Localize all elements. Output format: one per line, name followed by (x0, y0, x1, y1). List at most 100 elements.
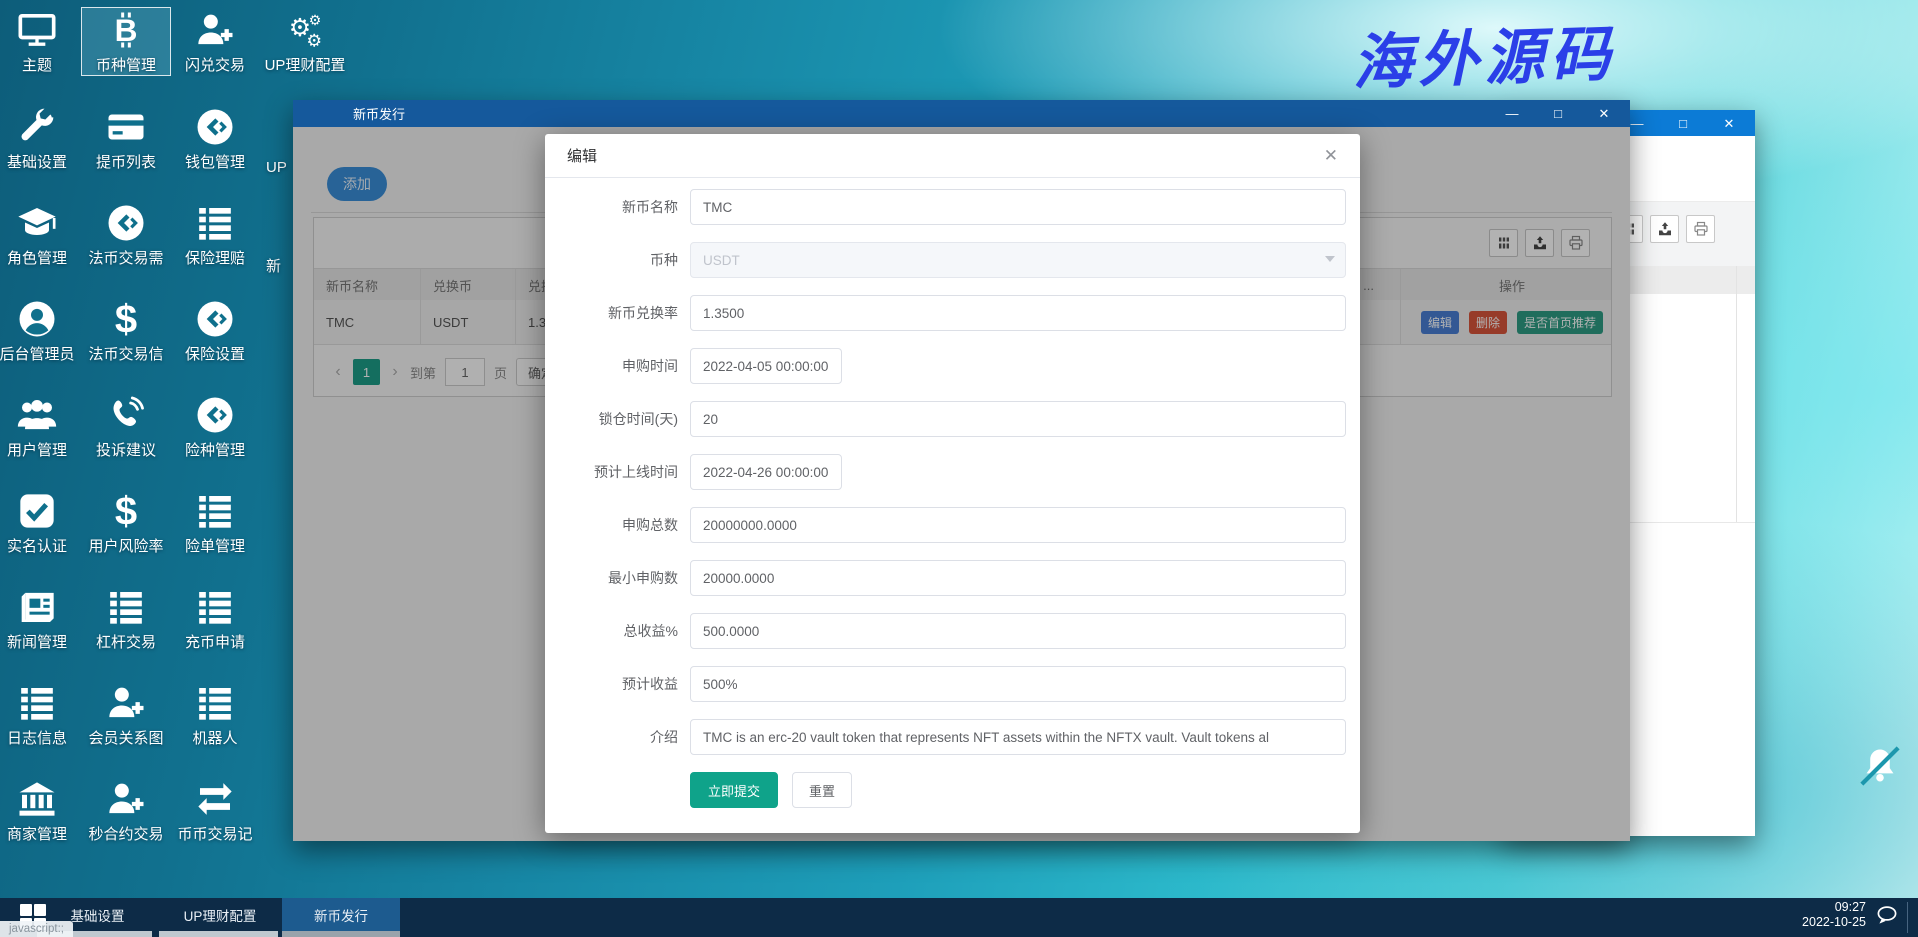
desktop-icon-25[interactable]: 会员关系图 (82, 681, 170, 748)
close-icon[interactable]: ✕ (1324, 146, 1360, 166)
desktop: 海外源码 主题B币种管理闪兑交易⚙⚙⚙UP理财配置基础设置提币列表钱包管理UP角… (0, 0, 1918, 937)
close-button[interactable]: ✕ (1721, 110, 1737, 137)
desktop-icon-1[interactable]: B币种管理 (82, 8, 170, 75)
desktop-icon-15[interactable]: 用户管理 (0, 393, 81, 460)
desktop-icon-13[interactable]: $法币交易信 (82, 297, 170, 364)
window-title: 新币发行 (293, 104, 405, 123)
desktop-icon-3[interactable]: ⚙⚙⚙UP理财配置 (261, 8, 349, 75)
graduation-cap-icon (0, 201, 81, 245)
form-row: 锁仓时间(天) (545, 401, 1345, 437)
desktop-icon-label: 用户风险率 (82, 535, 170, 556)
desktop-icon-29[interactable]: 币币交易记 (171, 777, 259, 844)
desktop-icon-5[interactable]: 提币列表 (82, 105, 170, 172)
desktop-icon-0[interactable]: 主题 (0, 8, 81, 75)
submit-button[interactable]: 立即提交 (690, 772, 778, 808)
check-square-icon (0, 489, 81, 533)
svg-text:⚙: ⚙ (306, 31, 322, 50)
svg-text:B: B (115, 12, 138, 48)
desktop-icon-8[interactable]: 角色管理 (0, 201, 81, 268)
desktop-icon-label: UP理财配置 (261, 54, 349, 75)
maximize-button[interactable]: □ (1675, 110, 1691, 137)
desktop-icon-label: 币币交易记 (171, 823, 259, 844)
desktop-icon-label: 机器人 (171, 727, 259, 748)
maximize-button[interactable]: □ (1550, 100, 1566, 127)
desktop-icon-10[interactable]: 保险理赔 (171, 201, 259, 268)
reset-button[interactable]: 重置 (792, 772, 852, 808)
desktop-icon-24[interactable]: 日志信息 (0, 681, 81, 748)
bank-card-icon (82, 105, 170, 149)
field-input[interactable] (690, 454, 842, 490)
desktop-icon-6[interactable]: 钱包管理 (171, 105, 259, 172)
field-label: 总收益% (545, 621, 678, 641)
desktop-icon-19[interactable]: $ 用户风险率 (82, 489, 170, 556)
taskbar-strip (282, 931, 400, 937)
desktop-icon-label: 实名认证 (0, 535, 81, 556)
currency-select[interactable] (690, 242, 1346, 278)
desktop-icon-label: 后台管理员 (0, 343, 81, 364)
form-row: 币种 (545, 242, 1345, 278)
chat-icon[interactable] (1874, 904, 1900, 933)
currency-select-value (690, 242, 1346, 278)
dialog-title: 编辑 (545, 145, 597, 166)
minimize-button[interactable]: — (1629, 110, 1645, 137)
desktop-icon-23[interactable]: 充币申请 (171, 585, 259, 652)
list-icon (171, 489, 259, 533)
field-input[interactable] (690, 295, 1346, 331)
field-input[interactable] (690, 560, 1346, 596)
field-label: 新币名称 (545, 197, 678, 217)
field-input[interactable] (690, 507, 1346, 543)
desktop-icon-9[interactable]: 法币交易需 (82, 201, 170, 268)
desktop-icon-label: 基础设置 (0, 151, 81, 172)
desktop-icon-12[interactable]: 后台管理员 (0, 297, 81, 364)
taskbar-clock[interactable]: 09:27 2022-10-25 (1802, 900, 1866, 930)
desktop-icon-26[interactable]: 机器人 (171, 681, 259, 748)
field-input[interactable] (690, 348, 842, 384)
edit-dialog: 编辑 ✕ 新币名称币种新币兑换率申购时间锁仓时间(天)预计上线时间申购总数最小申… (545, 134, 1360, 833)
minimize-button[interactable]: — (1504, 100, 1520, 127)
desktop-icon-28[interactable]: 秒合约交易 (82, 777, 170, 844)
field-input[interactable] (690, 719, 1346, 755)
clock-time: 09:27 (1802, 900, 1866, 915)
form-row: 预计收益 (545, 666, 1345, 702)
column-divider (1736, 266, 1737, 522)
field-input[interactable] (690, 666, 1346, 702)
desktop-icon-27[interactable]: 商家管理 (0, 777, 81, 844)
list-icon (171, 201, 259, 245)
notifications-off-icon[interactable] (1858, 744, 1902, 793)
close-button[interactable]: ✕ (1596, 100, 1612, 127)
desktop-icon-label: 钱包管理 (171, 151, 259, 172)
desktop-icon-22[interactable]: 杠杆交易 (82, 585, 170, 652)
list-icon (171, 585, 259, 629)
coin-logo-icon (171, 297, 259, 341)
field-label: 锁仓时间(天) (545, 409, 678, 429)
print-icon[interactable] (1686, 215, 1715, 243)
field-input[interactable] (690, 401, 1346, 437)
desktop-icon-20[interactable]: 险单管理 (171, 489, 259, 556)
field-input[interactable] (690, 613, 1346, 649)
list-icon (171, 681, 259, 725)
field-label: 预计上线时间 (545, 462, 678, 482)
field-input[interactable] (690, 189, 1346, 225)
taskbar-item-new-coin[interactable]: 新币发行 (282, 898, 400, 931)
desktop-icon-4[interactable]: 基础设置 (0, 105, 81, 172)
wrench-icon (0, 105, 81, 149)
taskbar-item-up-finance[interactable]: UP理财配置 (160, 898, 280, 931)
desktop-icon-label: 会员关系图 (82, 727, 170, 748)
user-plus-icon (82, 681, 170, 725)
field-label: 申购时间 (545, 356, 678, 376)
desktop-icon-16[interactable]: 投诉建议 (82, 393, 170, 460)
desktop-icon-21[interactable]: 新闻管理 (0, 585, 81, 652)
list-icon (0, 681, 81, 725)
desktop-icon-label: 新闻管理 (0, 631, 81, 652)
export-icon[interactable] (1650, 215, 1679, 243)
form-row: 新币名称 (545, 189, 1345, 225)
desktop-icon-14[interactable]: 保险设置 (171, 297, 259, 364)
desktop-icon-2[interactable]: 闪兑交易 (171, 8, 259, 75)
svg-text:$: $ (115, 491, 137, 531)
desktop-icon-label: 充币申请 (171, 631, 259, 652)
field-label: 最小申购数 (545, 568, 678, 588)
main-window-titlebar: 新币发行 — □ ✕ (293, 100, 1630, 127)
desktop-icon-18[interactable]: 实名认证 (0, 489, 81, 556)
desktop-icon-17[interactable]: 险种管理 (171, 393, 259, 460)
show-desktop-divider[interactable] (1907, 902, 1908, 933)
